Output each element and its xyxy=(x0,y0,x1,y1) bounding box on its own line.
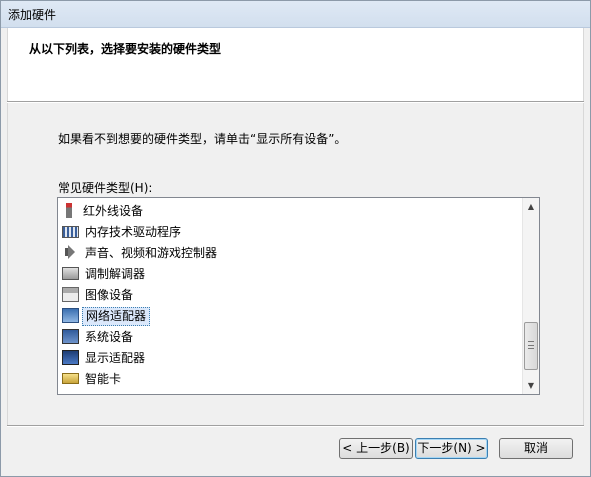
scroll-up-button[interactable]: ▲ xyxy=(523,198,539,215)
list-item-label: 声音、视频和游戏控制器 xyxy=(85,246,218,260)
list-item-display-adapter[interactable]: 显示适配器 xyxy=(60,349,520,370)
system-icon xyxy=(62,329,79,344)
back-button[interactable]: < 上一步(B) xyxy=(339,438,413,459)
instruction-text: 如果看不到想要的硬件类型，请单击“显示所有设备”。 xyxy=(58,132,347,146)
window-title: 添加硬件 xyxy=(8,8,57,22)
list-item-label: 图像设备 xyxy=(85,288,134,302)
modem-icon xyxy=(62,267,79,280)
imaging-icon xyxy=(62,287,79,302)
smartcard-icon xyxy=(62,373,79,384)
list-item-system-device[interactable]: 系统设备 xyxy=(60,328,520,349)
cancel-button[interactable]: 取消 xyxy=(499,438,573,459)
list-item-label: 内存技术驱动程序 xyxy=(85,225,182,239)
memory-icon xyxy=(62,225,79,238)
list-item-label: 网络适配器 xyxy=(82,307,151,326)
network-icon xyxy=(62,308,79,323)
content-area: 如果看不到想要的硬件类型，请单击“显示所有设备”。 常见硬件类型(H): 红外线… xyxy=(7,103,584,425)
hardware-type-items: 红外线设备 内存技术驱动程序 声音、视频和游戏控制器 调制解调器 图像设备 网络… xyxy=(60,202,520,391)
list-item-smart-card[interactable]: 智能卡 xyxy=(60,370,520,391)
list-item-label: 智能卡 xyxy=(85,372,122,386)
speaker-icon xyxy=(62,245,79,260)
infrared-icon xyxy=(66,203,72,218)
list-item-label: 红外线设备 xyxy=(83,204,144,218)
display-icon xyxy=(62,350,79,365)
list-item-network-adapter[interactable]: 网络适配器 xyxy=(60,307,520,328)
page-heading: 从以下列表，选择要安装的硬件类型 xyxy=(29,42,222,56)
list-item-infrared[interactable]: 红外线设备 xyxy=(60,202,520,223)
vertical-scrollbar[interactable]: ▲ ▼ xyxy=(522,198,539,394)
list-item-label: 显示适配器 xyxy=(85,351,146,365)
header-panel: 从以下列表，选择要安装的硬件类型 xyxy=(7,28,584,101)
list-item-sound-video-game[interactable]: 声音、视频和游戏控制器 xyxy=(60,244,520,265)
hardware-type-list-label: 常见硬件类型(H): xyxy=(58,181,153,195)
list-item-memory-technology-driver[interactable]: 内存技术驱动程序 xyxy=(60,223,520,244)
list-item-imaging-device[interactable]: 图像设备 xyxy=(60,286,520,307)
footer-divider xyxy=(7,425,584,427)
list-item-label: 系统设备 xyxy=(85,330,134,344)
hardware-type-listbox[interactable]: 红外线设备 内存技术驱动程序 声音、视频和游戏控制器 调制解调器 图像设备 网络… xyxy=(57,197,540,395)
scroll-down-button[interactable]: ▼ xyxy=(523,377,539,394)
scrollbar-thumb[interactable] xyxy=(524,322,538,370)
add-hardware-window: 添加硬件 从以下列表，选择要安装的硬件类型 如果看不到想要的硬件类型，请单击“显… xyxy=(0,0,591,477)
grip-icon xyxy=(528,341,534,349)
list-item-label: 调制解调器 xyxy=(85,267,146,281)
title-bar[interactable]: 添加硬件 xyxy=(1,1,590,28)
next-button[interactable]: 下一步(N) > xyxy=(415,438,488,459)
list-item-modem[interactable]: 调制解调器 xyxy=(60,265,520,286)
